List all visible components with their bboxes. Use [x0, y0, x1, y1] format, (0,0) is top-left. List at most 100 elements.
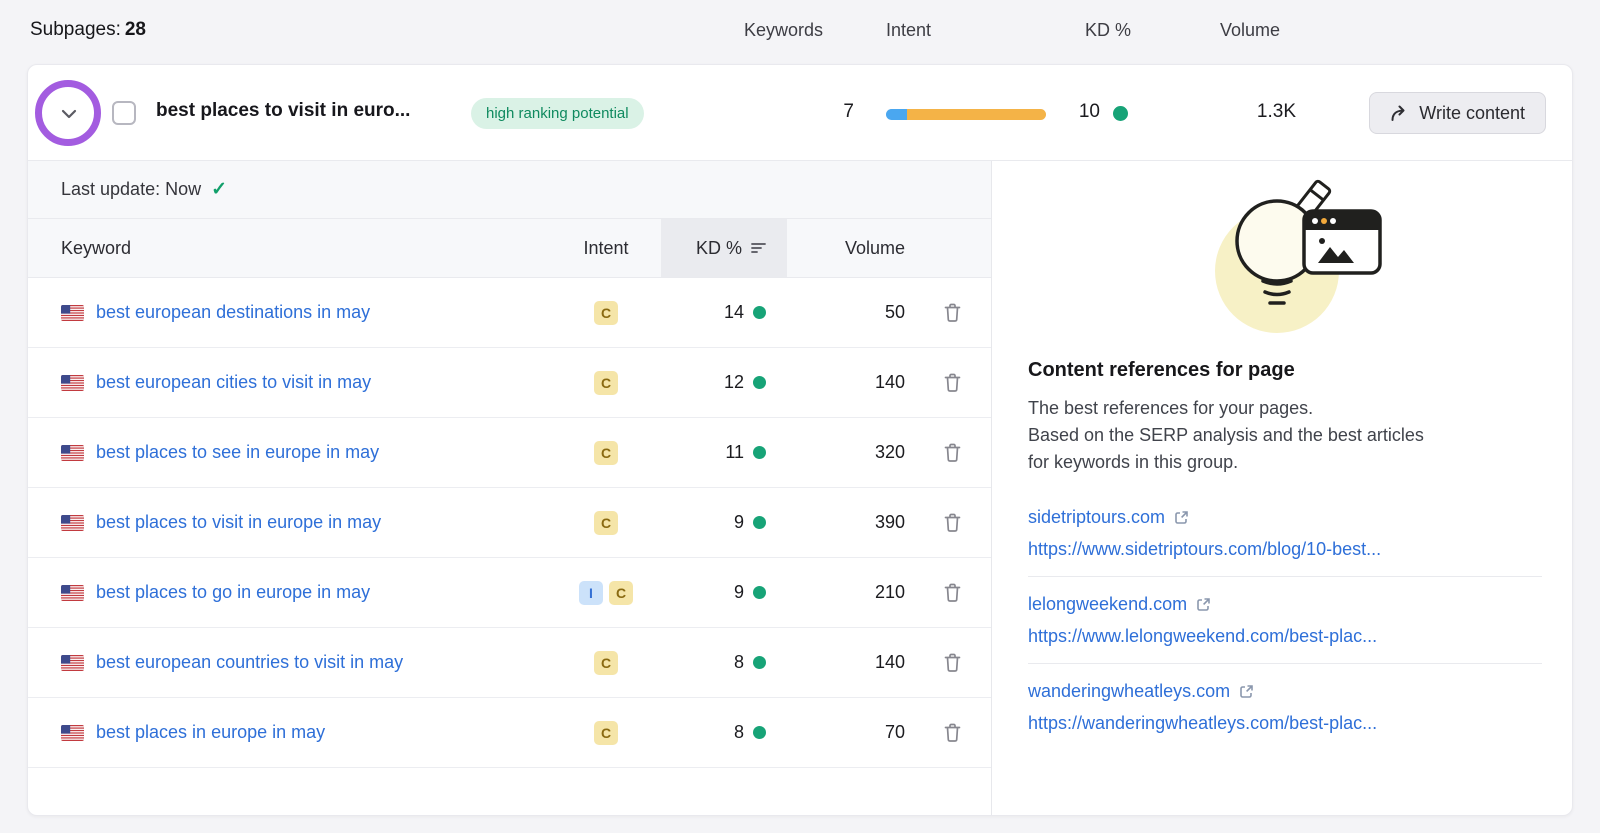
- volume-value: 140: [874, 652, 905, 672]
- delete-keyword-button[interactable]: [940, 719, 965, 746]
- reference-domain-label: lelongweekend.com: [1028, 594, 1188, 614]
- reference-domain-link[interactable]: lelongweekend.com: [1028, 594, 1211, 615]
- external-link-icon: [1240, 685, 1253, 698]
- references-description: The best references for your pages. Base…: [1028, 398, 1424, 472]
- keyword-link[interactable]: best european cities to visit in may: [96, 372, 371, 393]
- reference-item: sidetriptours.com https://www.sidetripto…: [1028, 490, 1542, 576]
- reference-domain-label: sidetriptours.com: [1028, 507, 1166, 527]
- list-header: Subpages: 28 Keywords Intent KD % Volume: [0, 0, 1600, 62]
- reference-url-link[interactable]: https://wanderingwheatleys.com/best-plac…: [1028, 713, 1542, 734]
- kd-value: 9: [733, 512, 744, 532]
- last-update-row: Last update: Now ✓: [28, 161, 991, 218]
- column-header-kd: KD %: [1085, 20, 1132, 40]
- us-flag-icon: [61, 514, 84, 531]
- page-title: best places to visit in euro...: [156, 100, 411, 121]
- intent-badge-i: I: [579, 580, 603, 605]
- trash-icon: [944, 653, 960, 672]
- keyword-row: best european destinations in may C 14 5…: [28, 278, 991, 348]
- intent-badge-c: C: [594, 510, 618, 535]
- write-content-label: Write content: [1419, 102, 1525, 123]
- keyword-row: best places in europe in may C 8 70: [28, 698, 991, 768]
- us-flag: [61, 584, 84, 601]
- forward-arrow-icon: [1391, 105, 1405, 121]
- header-kd-sort[interactable]: KD %: [661, 219, 787, 277]
- kd-status-dot: [753, 516, 766, 529]
- intent-badge-c: C: [594, 440, 618, 465]
- trash-icon: [944, 373, 960, 392]
- kd-cell: 8: [661, 652, 787, 673]
- kd-status-dot: [753, 446, 766, 459]
- us-flag: [61, 304, 84, 321]
- keyword-link[interactable]: best european destinations in may: [96, 302, 370, 323]
- chevron-down-icon: [61, 109, 77, 119]
- delete-keyword-button[interactable]: [940, 369, 965, 396]
- kd-status-dot: [753, 306, 766, 319]
- content-references-illustration: [1215, 179, 1382, 333]
- intent-cell: IC: [551, 580, 661, 605]
- reference-url-link[interactable]: https://www.lelongweekend.com/best-plac.…: [1028, 626, 1542, 647]
- content-references-panel: Content references for page The best ref…: [991, 161, 1572, 815]
- intent-cell: C: [551, 510, 661, 535]
- reference-url-link[interactable]: https://www.sidetriptours.com/blog/10-be…: [1028, 539, 1542, 560]
- intent-cell: C: [551, 720, 661, 745]
- column-header-keywords: Keywords: [744, 20, 824, 40]
- external-link-icon: [1175, 511, 1188, 524]
- kd-status-dot: [1113, 106, 1128, 121]
- us-flag-icon: [61, 724, 84, 741]
- references-title: Content references for page: [1028, 359, 1295, 381]
- kd-cell: 11: [661, 442, 787, 463]
- select-page-checkbox[interactable]: [112, 101, 136, 125]
- intent-cell: C: [551, 650, 661, 675]
- kd-status-dot: [753, 586, 766, 599]
- header-volume: Volume: [844, 237, 905, 258]
- keyword-link[interactable]: best places to see in europe in may: [96, 442, 379, 463]
- column-header-volume: Volume: [1220, 20, 1281, 40]
- delete-keyword-button[interactable]: [940, 439, 965, 466]
- intent-cell: C: [551, 300, 661, 325]
- kd-value: 11: [725, 442, 744, 462]
- keyword-link[interactable]: best places to go in europe in may: [96, 582, 370, 603]
- page-keywords-count: 7: [843, 101, 854, 122]
- kd-value: 8: [733, 722, 744, 742]
- volume-value: 320: [874, 442, 905, 462]
- bar-segment: [906, 109, 1046, 120]
- header-intent: Intent: [583, 237, 629, 258]
- kd-value: 12: [723, 372, 744, 392]
- reference-domain-label: wanderingwheatleys.com: [1028, 681, 1231, 701]
- delete-keyword-button[interactable]: [940, 509, 965, 536]
- keyword-link[interactable]: best places in europe in may: [96, 722, 325, 743]
- column-header-intent: Intent: [886, 20, 932, 40]
- delete-keyword-button[interactable]: [940, 579, 965, 606]
- volume-value: 390: [874, 512, 905, 532]
- reference-domain-link[interactable]: sidetriptours.com: [1028, 507, 1189, 528]
- reference-item: lelongweekend.com https://www.lelongweek…: [1028, 576, 1542, 663]
- delete-keyword-button[interactable]: [940, 299, 965, 326]
- us-flag-icon: [61, 374, 84, 391]
- kd-status-dot: [753, 656, 766, 669]
- us-flag: [61, 654, 84, 671]
- kd-cell: 12: [661, 372, 787, 393]
- reference-domain-link[interactable]: wanderingwheatleys.com: [1028, 681, 1254, 702]
- keyword-strategy-page: Subpages: 28 Keywords Intent KD % Volume …: [0, 0, 1600, 833]
- trash-icon: [944, 303, 960, 322]
- kd-status-dot: [753, 726, 766, 739]
- last-update-label: Last update: Now: [61, 179, 202, 199]
- kd-cell: 9: [661, 582, 787, 603]
- header-kd-label: KD %: [695, 237, 742, 258]
- keyword-link[interactable]: best european countries to visit in may: [96, 652, 403, 673]
- intent-badge-c: C: [594, 720, 618, 745]
- delete-keyword-button[interactable]: [940, 649, 965, 676]
- keyword-rows: best european destinations in may C 14 5…: [28, 278, 991, 768]
- kd-value: 14: [723, 302, 744, 322]
- us-flag: [61, 514, 84, 531]
- kd-status-dot: [753, 376, 766, 389]
- references-list: sidetriptours.com https://www.sidetripto…: [1028, 490, 1542, 750]
- header-keyword: Keyword: [61, 237, 132, 258]
- subpages-value: 28: [124, 19, 146, 40]
- write-content-button[interactable]: Write content: [1369, 92, 1546, 134]
- page-volume: 1.3K: [1256, 101, 1296, 122]
- sort-descending-icon: [751, 243, 766, 253]
- page-summary-row: best places to visit in euro... high ran…: [28, 65, 1572, 161]
- keyword-link[interactable]: best places to visit in europe in may: [96, 512, 381, 533]
- collapse-row-button[interactable]: [58, 103, 80, 125]
